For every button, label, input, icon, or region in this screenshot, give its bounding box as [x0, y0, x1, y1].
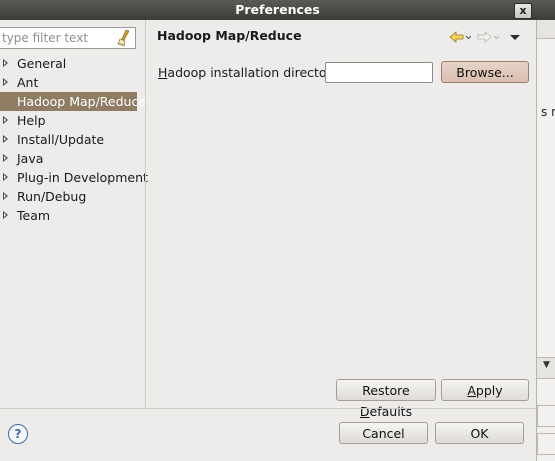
background-panel-2 — [537, 433, 555, 455]
tree-item-label: General — [17, 56, 67, 71]
tree-item-label: Plug-in Development — [17, 170, 148, 185]
expand-triangle-icon[interactable] — [3, 135, 8, 143]
browse-label: Browse... — [456, 65, 514, 80]
dialog-separator — [0, 408, 536, 409]
page-title: Hadoop Map/Reduce — [157, 28, 302, 43]
tree-item-ant[interactable]: Ant — [0, 73, 137, 92]
expand-triangle-icon[interactable] — [3, 211, 8, 219]
close-icon: x — [519, 4, 527, 17]
apply-rest: pply — [475, 383, 503, 398]
background-text: s no — [541, 105, 555, 119]
tree-item-java[interactable]: Java — [0, 149, 137, 168]
browse-button[interactable]: Browse... — [441, 61, 529, 83]
view-menu-icon[interactable] — [510, 35, 520, 40]
ok-label: OK — [470, 426, 489, 441]
ok-button[interactable]: OK — [435, 422, 524, 444]
hadoop-dir-label: Hadoop installation directory: — [158, 65, 342, 80]
tree-item-plug-in-development[interactable]: Plug-in Development — [0, 168, 148, 187]
forward-arrow-icon[interactable] — [477, 30, 499, 44]
tree-item-install-update[interactable]: Install/Update — [0, 130, 137, 149]
close-button[interactable]: x — [514, 3, 532, 19]
background-window: s no ▼ — [536, 20, 555, 461]
help-icon[interactable]: ? — [8, 424, 28, 444]
restore-post: efaults — [369, 404, 413, 419]
expand-triangle-icon[interactable] — [3, 154, 8, 162]
tree-item-label: Run/Debug — [17, 189, 87, 204]
label-rest: adoop installation directory: — [167, 65, 343, 80]
mnemonic-d: D — [359, 404, 370, 419]
tree-item-label: Team — [17, 208, 51, 223]
background-tab — [537, 20, 555, 39]
tree-item-label: Ant — [17, 75, 39, 90]
window-titlebar: Preferences x — [0, 0, 555, 20]
tree-item-label: Hadoop Map/Reduce — [17, 94, 147, 109]
filter-input[interactable] — [2, 30, 112, 46]
background-panel — [537, 405, 555, 427]
window-title: Preferences — [235, 2, 320, 17]
expand-triangle-icon[interactable] — [3, 192, 8, 200]
expand-triangle-icon[interactable] — [3, 78, 8, 86]
clear-filter-icon[interactable] — [116, 29, 132, 47]
tree-item-help[interactable]: Help — [0, 111, 137, 130]
filter-box — [0, 27, 136, 49]
tree-item-run-debug[interactable]: Run/Debug — [0, 187, 137, 206]
expand-triangle-icon[interactable] — [3, 59, 8, 67]
hadoop-dir-input[interactable] — [325, 62, 433, 83]
apply-button[interactable]: Apply — [441, 379, 529, 401]
restore-pre: Restore — [362, 383, 410, 398]
mnemonic-h: H — [158, 65, 168, 80]
expand-triangle-icon[interactable] — [3, 173, 8, 181]
page-header: Hadoop Map/Reduce — [146, 20, 536, 54]
expand-triangle-icon[interactable] — [3, 116, 8, 124]
tree-item-label: Java — [17, 151, 44, 166]
tree-item-team[interactable]: Team — [0, 206, 137, 225]
page-content-area — [146, 89, 536, 379]
background-dropdown-arrow-icon: ▼ — [543, 360, 550, 370]
cancel-button[interactable]: Cancel — [339, 422, 428, 444]
tree-item-label: Help — [17, 113, 46, 128]
preferences-tree: General Ant Hadoop Map/Reduce Help Insta… — [0, 54, 148, 406]
back-arrow-icon[interactable] — [449, 30, 471, 44]
cancel-label: Cancel — [362, 426, 405, 441]
preferences-dialog: General Ant Hadoop Map/Reduce Help Insta… — [0, 20, 536, 461]
restore-defaults-button[interactable]: Restore Defaults — [336, 379, 436, 419]
tree-item-general[interactable]: General — [0, 54, 137, 73]
tree-item-label: Install/Update — [17, 132, 105, 147]
tree-item-hadoop-map-reduce[interactable]: Hadoop Map/Reduce — [0, 92, 146, 111]
mnemonic-a: A — [467, 383, 476, 398]
